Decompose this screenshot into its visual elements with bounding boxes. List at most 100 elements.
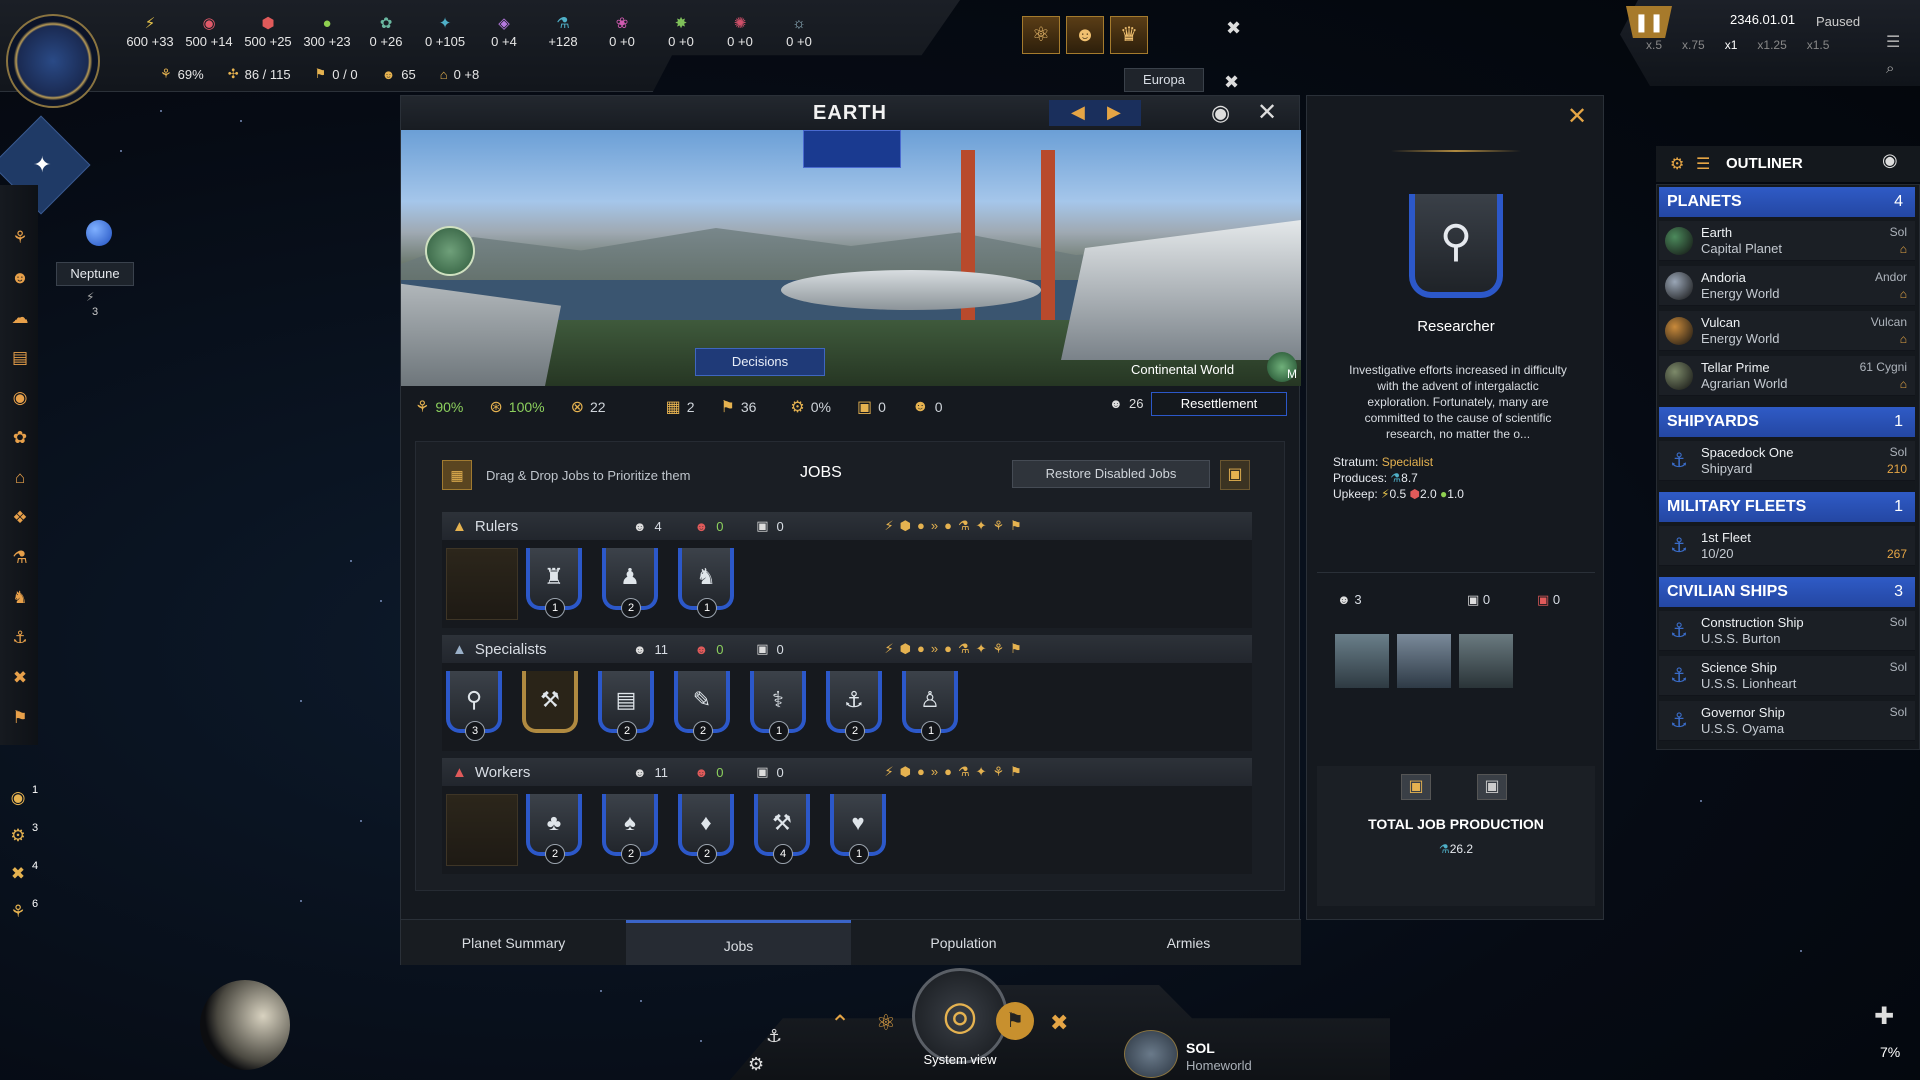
- job-slot[interactable]: ♞ 1: [678, 548, 734, 618]
- system-view-button[interactable]: ◎: [912, 968, 1008, 1064]
- outliner-section-planets[interactable]: PLANETS 4: [1659, 187, 1915, 217]
- neptune-planet[interactable]: [86, 220, 112, 246]
- pop-portrait[interactable]: [1397, 634, 1451, 688]
- diplomacy-icon[interactable]: ☁: [8, 306, 32, 330]
- job-slot[interactable]: ♟ 2: [602, 548, 658, 618]
- government-icon[interactable]: ⌂: [8, 466, 32, 490]
- job-slot[interactable]: ▤ 2: [598, 671, 654, 741]
- stat-stability[interactable]: ⚘ 90%: [415, 397, 463, 417]
- outliner-item[interactable]: ⚓ Governor Ship U.S.S. Oyama Sol: [1659, 701, 1915, 741]
- ledger-icon[interactable]: ▤: [8, 346, 32, 370]
- pause-button[interactable]: ❚❚: [1626, 6, 1672, 38]
- job-slot[interactable]: ⚕ 1: [750, 671, 806, 741]
- stat-unemployed[interactable]: ☻ 0: [912, 398, 943, 416]
- armies-icon[interactable]: ♞: [8, 586, 32, 610]
- stat-crime[interactable]: ⊛ 100%: [489, 397, 544, 417]
- tools-icon[interactable]: ✖: [1224, 72, 1246, 94]
- job-slot[interactable]: ⚒ 4: [754, 794, 810, 864]
- tab-population[interactable]: Population: [851, 920, 1076, 965]
- empire-emblem[interactable]: [6, 14, 100, 108]
- outliner-section-civilian-ships[interactable]: CIVILIAN SHIPS 3: [1659, 577, 1915, 607]
- fleet-manager-icon[interactable]: ⚓: [8, 626, 32, 650]
- resettlement-button[interactable]: Resettlement: [1151, 392, 1287, 416]
- neptune-label[interactable]: Neptune: [56, 262, 134, 286]
- outliner-item[interactable]: ⚓ Construction Ship U.S.S. Burton Sol: [1659, 611, 1915, 651]
- construction-alert-icon[interactable]: ✖: [6, 862, 30, 886]
- fleet-icon[interactable]: ⚓: [766, 1026, 782, 1047]
- system-emblem[interactable]: [1124, 1030, 1178, 1078]
- job-slot[interactable]: ♦ 2: [678, 794, 734, 864]
- factions-icon[interactable]: ✿: [8, 426, 32, 450]
- contacts-button[interactable]: ☻: [1066, 16, 1104, 54]
- pop-portrait[interactable]: [1459, 634, 1513, 688]
- close-icon[interactable]: ✕: [1257, 98, 1277, 127]
- prev-planet-icon[interactable]: ◀: [1071, 102, 1085, 123]
- atom-icon[interactable]: ⚛: [876, 1010, 896, 1036]
- chevron-up-icon[interactable]: ⌃: [830, 1010, 850, 1039]
- outliner-item[interactable]: Tellar Prime Agrarian World 61 Cygni ⌂: [1659, 356, 1915, 396]
- tab-armies[interactable]: Armies: [1076, 920, 1301, 965]
- job-slot[interactable]: ♙ 1: [902, 671, 958, 741]
- traditions-icon[interactable]: ❖: [8, 506, 32, 530]
- outliner-item[interactable]: ⚓ Spacedock One Shipyard Sol 210: [1659, 441, 1915, 481]
- job-slot[interactable]: ⚲ 3: [446, 671, 502, 741]
- settings-icon[interactable]: ⚙: [1670, 154, 1684, 174]
- zoom-icon[interactable]: ✚: [1874, 1002, 1894, 1031]
- technology-icon[interactable]: ⚗: [8, 546, 32, 570]
- job-slot[interactable]: ♜ 1: [526, 548, 582, 618]
- stat-districts[interactable]: ▦ 2: [666, 397, 695, 417]
- upkeep-toggle-icon[interactable]: ▣: [1477, 774, 1507, 800]
- speed-x1.25[interactable]: x1.25: [1757, 38, 1786, 52]
- tools-icon[interactable]: ✖: [1050, 1010, 1068, 1036]
- menu-icon[interactable]: ☰: [1886, 32, 1900, 52]
- outliner-item[interactable]: ⚓ Science Ship U.S.S. Lionheart Sol: [1659, 656, 1915, 696]
- job-slot[interactable]: ♥ 1: [830, 794, 886, 864]
- eye-icon[interactable]: ◉: [1211, 100, 1230, 126]
- outliner-section-shipyards[interactable]: SHIPYARDS 1: [1659, 407, 1915, 437]
- resource-dark-matter[interactable]: ☼ 0 +0: [764, 14, 834, 49]
- outliner-item[interactable]: ⚓ 1st Fleet 10/20 267: [1659, 526, 1915, 566]
- wars-icon[interactable]: ⚑: [8, 706, 32, 730]
- tab-planet-summary[interactable]: Planet Summary: [401, 920, 626, 965]
- species-portrait-icon[interactable]: [425, 226, 475, 276]
- contacts-icon[interactable]: ✖: [8, 666, 32, 690]
- outliner-eye-icon[interactable]: ◉: [1882, 150, 1898, 171]
- job-slot[interactable]: ✎ 2: [674, 671, 730, 741]
- building-slots-icon[interactable]: ▣: [1220, 460, 1250, 490]
- stat-housing[interactable]: ⚑ 36: [721, 397, 757, 417]
- repair-icon[interactable]: ✖: [1226, 18, 1248, 40]
- tab-jobs[interactable]: Jobs: [626, 920, 851, 965]
- list-icon[interactable]: ☰: [1696, 154, 1710, 174]
- research-alert-icon[interactable]: ⚙: [6, 824, 30, 848]
- detail-close-icon[interactable]: ✕: [1567, 102, 1587, 131]
- stat-devastation[interactable]: ⊗ 22: [571, 397, 606, 417]
- next-planet-icon[interactable]: ▶: [1107, 102, 1121, 123]
- speed-x1[interactable]: x1: [1725, 38, 1738, 52]
- pop-portrait[interactable]: [1335, 634, 1389, 688]
- job-slot[interactable]: ♠ 2: [602, 794, 658, 864]
- outliner-item[interactable]: Andoria Energy World Andor ⌂: [1659, 266, 1915, 306]
- production-toggle-icon[interactable]: ▣: [1401, 774, 1431, 800]
- colony-alert-icon[interactable]: ⚘: [6, 900, 30, 924]
- restore-disabled-jobs-button[interactable]: Restore Disabled Jobs: [1012, 460, 1210, 488]
- job-slot[interactable]: ⚒: [522, 671, 578, 737]
- species-icon[interactable]: ☻: [8, 266, 32, 290]
- outliner-item[interactable]: Earth Capital Planet Sol ⌂: [1659, 221, 1915, 261]
- policies-icon[interactable]: ⚘: [8, 226, 32, 250]
- job-slot[interactable]: ⚓ 2: [826, 671, 882, 741]
- stat-buildings[interactable]: ▣ 0: [857, 397, 886, 417]
- speed-x.5[interactable]: x.5: [1646, 38, 1662, 52]
- situation-log-button[interactable]: ♛: [1110, 16, 1148, 54]
- decisions-button[interactable]: Decisions: [695, 348, 825, 376]
- outliner-section-military-fleets[interactable]: MILITARY FLEETS 1: [1659, 492, 1915, 522]
- search-icon[interactable]: ⌕: [1886, 60, 1894, 77]
- job-slot[interactable]: ♣ 2: [526, 794, 582, 864]
- speed-x1.5[interactable]: x1.5: [1807, 38, 1830, 52]
- planets-icon[interactable]: ◉: [8, 386, 32, 410]
- speed-x.75[interactable]: x.75: [1682, 38, 1705, 52]
- flag-icon[interactable]: ⚑: [996, 1002, 1034, 1040]
- stat-amenities[interactable]: ⚙ 0%: [790, 397, 831, 417]
- research-button[interactable]: ⚛: [1022, 16, 1060, 54]
- europa-label[interactable]: Europa: [1124, 68, 1204, 92]
- unity-alert-icon[interactable]: ◉: [6, 786, 30, 810]
